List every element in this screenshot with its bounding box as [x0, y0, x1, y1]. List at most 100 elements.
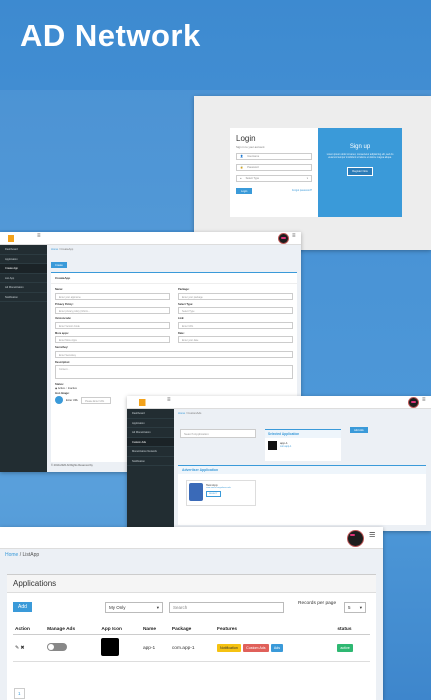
secretkey-label: Secrethey: — [55, 346, 69, 349]
menu-icon[interactable]: ≡ — [369, 529, 375, 541]
custom-ads-screenshot: ≡ ≡ Dashboard Application Ad Monetizatio… — [127, 396, 431, 531]
avatar[interactable] — [278, 233, 289, 244]
chevron-down-icon: ▾ — [156, 605, 159, 610]
sidebar-item-notification[interactable]: Notification — [127, 457, 174, 466]
menu-icon[interactable]: ≡ — [37, 233, 41, 239]
link-input[interactable]: Enter URL — [178, 321, 293, 329]
selected-app-package: com.app-1 — [280, 445, 292, 448]
menu-icon[interactable]: ≡ — [292, 233, 296, 239]
menu-icon[interactable]: ≡ — [422, 397, 426, 403]
sidebar-item-dashboard[interactable]: Dashboard — [127, 409, 174, 419]
ads-button[interactable]: Ads — [270, 644, 284, 652]
versioncode-input[interactable]: Enter Version Code — [55, 321, 170, 329]
sidebar-item-notification[interactable]: Notification — [0, 293, 47, 302]
sidebar: Dashboard Application Create App List Ap… — [0, 245, 47, 472]
breadcrumb: Home / ListApp — [5, 552, 40, 558]
password-field[interactable]: 🔒 Password — [236, 164, 312, 171]
login-card: Login Sign in to your account 👤 Username … — [230, 128, 402, 217]
sidebar-item-monetization-network[interactable]: Monetization Network — [127, 447, 174, 457]
notification-button[interactable]: Notification — [217, 644, 241, 652]
forgot-password-link[interactable]: Forgot password? — [292, 189, 312, 192]
top-bar: ≡ ≡ — [0, 232, 301, 245]
page-title: AD Network — [20, 18, 201, 53]
name-label: Name: — [55, 288, 63, 291]
login-screenshot: Login Sign in to your account 👤 Username … — [194, 96, 431, 250]
icon-image-label: Icon Image: — [55, 392, 70, 395]
breadcrumb-current: ListApp — [22, 552, 40, 558]
description-label: Description: — [55, 360, 71, 364]
app-name-cell: app-1 — [140, 634, 170, 662]
versioncode-label: Versioncode: — [55, 317, 72, 320]
column-header: Manage Ads — [45, 625, 100, 635]
description-textarea[interactable]: Content... — [55, 365, 293, 379]
enter-url-option[interactable]: Enter URL — [66, 399, 78, 402]
applications-title: Applications — [7, 575, 376, 593]
breadcrumb: Home / CreateApp — [51, 248, 74, 251]
form-title: CreateApp — [51, 273, 297, 284]
icon-url-input[interactable]: Please Enter URL — [81, 396, 112, 404]
name-input[interactable]: Enter your appname — [55, 292, 170, 300]
breadcrumb-home[interactable]: Home — [51, 248, 58, 251]
custom-ads-button[interactable]: Custom Ads — [243, 644, 269, 652]
type-select[interactable]: Select Type — [178, 307, 293, 314]
table-row: ✎ ✖ app-1 com.app-1 Notification Custom … — [13, 634, 370, 662]
privacy-input[interactable]: Enter privacy policy (Inform... — [55, 307, 170, 314]
top-bar: ≡ — [0, 527, 383, 549]
column-header: Name — [140, 625, 170, 635]
more-apps-input[interactable]: Enter More Apps — [55, 336, 170, 343]
sidebar-item-ad-monetization[interactable]: Ad Monetization — [0, 283, 47, 293]
test-app-icon — [189, 483, 203, 501]
add-button[interactable]: Add — [13, 602, 32, 612]
sidebar: Dashboard Application Ad Monetization Cu… — [127, 409, 174, 531]
avatar[interactable] — [347, 530, 364, 547]
advertiser-app-card[interactable]: Test App com.nexus.anywhere.ads SELECT — [186, 480, 256, 506]
column-header: Action — [13, 625, 46, 635]
logo — [8, 235, 28, 242]
breadcrumb-home[interactable]: Home — [5, 552, 18, 558]
chevron-down-icon: ▾ — [359, 605, 362, 610]
sidebar-item-create-app[interactable]: Create App — [0, 264, 47, 274]
sidebar-item-application[interactable]: Application — [0, 255, 47, 264]
select-button[interactable]: SELECT — [206, 491, 221, 497]
create-button[interactable]: Create — [51, 262, 67, 268]
date-input[interactable]: Enter your date — [178, 336, 293, 343]
breadcrumb-home[interactable]: Home — [178, 412, 185, 415]
menu-icon[interactable]: ≡ — [167, 397, 171, 403]
add-ads-button[interactable]: Add Ads — [350, 427, 368, 433]
filter-select[interactable]: My Only ▾ — [105, 602, 163, 613]
username-field[interactable]: 👤 Username — [236, 153, 312, 160]
package-input[interactable]: Enter your package — [178, 292, 293, 300]
type-select[interactable]: ● Select Type ▾ — [236, 175, 312, 182]
lock-icon: 🔒 — [240, 166, 244, 169]
manage-ads-toggle[interactable] — [47, 643, 68, 651]
login-title: Login — [236, 134, 256, 143]
package-label: Package: — [178, 288, 190, 291]
column-header: App Icon — [99, 625, 141, 635]
pagination-page-1[interactable]: 1 — [14, 688, 25, 699]
search-input[interactable]: Search — [169, 602, 284, 613]
sidebar-item-list-app[interactable]: List App — [0, 274, 47, 283]
records-per-page-select[interactable]: 5 ▾ — [344, 602, 366, 613]
search-application-input[interactable]: Search Application — [180, 428, 256, 438]
top-bar: ≡ ≡ — [127, 396, 431, 409]
type-label: Select Type: — [178, 302, 194, 306]
register-button[interactable]: Register Now — [347, 167, 373, 177]
avatar[interactable] — [408, 397, 419, 408]
delete-icon[interactable]: ✖ — [20, 646, 24, 651]
sidebar-item-dashboard[interactable]: Dashboard — [0, 245, 47, 255]
signup-title: Sign up — [349, 144, 371, 150]
privacy-label: Privacy Policy: — [55, 302, 74, 306]
selected-application-box: Selected Application app-1 com.app-1 — [265, 429, 341, 461]
advertiser-application-title: Advertiser Application — [178, 466, 426, 474]
status-badge: active — [337, 644, 353, 652]
login-button[interactable]: Login — [236, 188, 253, 194]
breadcrumb: Home / CustomAds — [178, 412, 202, 415]
applications-panel: Applications Add My Only ▾ Search Records… — [7, 574, 376, 700]
more-apps-label: More apps: — [55, 331, 69, 335]
sidebar-item-custom-ads[interactable]: Custom Ads — [127, 437, 174, 447]
sidebar-item-ad-monetization[interactable]: Ad Monetization — [127, 428, 174, 438]
secretkey-input[interactable]: Enter Secretkey — [55, 350, 293, 358]
edit-icon[interactable]: ✎ — [15, 646, 19, 651]
list-app-screenshot: ≡ Home / ListApp Applications Add My Onl… — [0, 527, 383, 700]
sidebar-item-application[interactable]: Application — [127, 419, 174, 428]
